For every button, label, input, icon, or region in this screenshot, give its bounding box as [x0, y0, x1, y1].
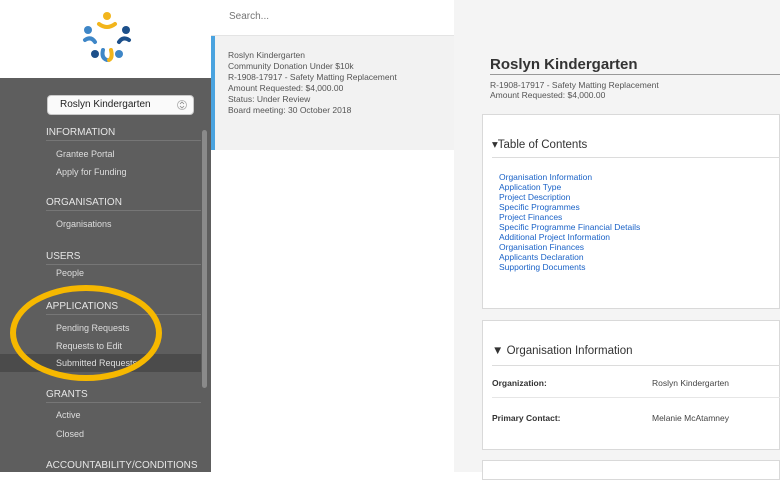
sidebar: Roslyn Kindergarten INFORMATION Grantee … [0, 0, 211, 472]
organisation-information-panel: ▼ Organisation Information Organization:… [482, 320, 780, 450]
toc-link-supporting-documents[interactable]: Supporting Documents [499, 262, 640, 272]
divider [46, 140, 201, 141]
section-users: USERS [46, 251, 81, 262]
org-info-heading[interactable]: ▼ Organisation Information [492, 345, 633, 357]
request-status: Status: Under Review [228, 94, 311, 104]
select-arrows-icon [177, 100, 187, 110]
nav-closed[interactable]: Closed [0, 429, 201, 439]
sidebar-scrollbar[interactable] [202, 130, 207, 388]
divider [492, 157, 780, 158]
toc-link-list: Organisation Information Application Typ… [499, 172, 640, 272]
request-detail-panel: Roslyn Kindergarten R-1908-17917 - Safet… [454, 0, 780, 480]
toc-link-additional-project-information[interactable]: Additional Project Information [499, 232, 640, 242]
nav-active[interactable]: Active [0, 410, 201, 420]
detail-ref: R-1908-17917 - Safety Matting Replacemen… [490, 80, 659, 90]
field-value-organization: Roslyn Kindergarten [652, 378, 730, 388]
divider [492, 397, 780, 398]
divider [490, 74, 780, 75]
section-information: INFORMATION [46, 127, 116, 138]
toc-link-applicants-declaration[interactable]: Applicants Declaration [499, 252, 640, 262]
request-list-panel: Roslyn Kindergarten Community Donation U… [211, 0, 455, 472]
toc-link-specific-programme-financial-details[interactable]: Specific Programme Financial Details [499, 222, 640, 232]
table-of-contents-panel: ▾Table of Contents Organisation Informat… [482, 114, 780, 309]
nav-grantee-portal[interactable]: Grantee Portal [0, 149, 201, 159]
toc-link-project-finances[interactable]: Project Finances [499, 212, 640, 222]
field-label-organization: Organization: [492, 378, 547, 388]
next-section-panel [482, 460, 780, 480]
nav-organisations[interactable]: Organisations [0, 219, 201, 229]
detail-amount: Amount Requested: $4,000.00 [490, 90, 606, 100]
toc-link-application-type[interactable]: Application Type [499, 182, 640, 192]
highlight-circle-annotation [10, 285, 162, 381]
page-title: Roslyn Kindergarten [490, 56, 638, 73]
request-meeting: Board meeting: 30 October 2018 [228, 105, 352, 115]
divider [492, 365, 780, 366]
divider [46, 402, 201, 403]
divider [46, 264, 201, 265]
field-label-primary-contact: Primary Contact: [492, 413, 561, 423]
section-grants: GRANTS [46, 389, 88, 400]
org-selector-value: Roslyn Kindergarten [60, 99, 151, 110]
toc-link-organisation-finances[interactable]: Organisation Finances [499, 242, 640, 252]
org-selector[interactable]: Roslyn Kindergarten [47, 95, 194, 115]
field-value-primary-contact: Melanie McAtamney [652, 413, 730, 423]
search-input[interactable] [227, 10, 431, 23]
request-list-item[interactable]: Roslyn Kindergarten Community Donation U… [211, 36, 454, 150]
request-org: Roslyn Kindergarten [228, 50, 306, 60]
request-ref: R-1908-17917 - Safety Matting Replacemen… [228, 72, 397, 82]
section-organisation: ORGANISATION [46, 197, 122, 208]
toc-link-specific-programmes[interactable]: Specific Programmes [499, 202, 640, 212]
logo-area [0, 0, 211, 78]
nav-people[interactable]: People [0, 268, 201, 278]
nav-apply-for-funding[interactable]: Apply for Funding [0, 167, 201, 177]
section-accountability-conditions: ACCOUNTABILITY/CONDITIONS [46, 460, 198, 471]
logo-icon [83, 12, 131, 62]
toc-heading[interactable]: ▾Table of Contents [492, 137, 587, 151]
request-amount: Amount Requested: $4,000.00 [228, 83, 344, 93]
toc-link-organisation-information[interactable]: Organisation Information [499, 172, 640, 182]
toc-link-project-description[interactable]: Project Description [499, 192, 640, 202]
request-program: Community Donation Under $10k [228, 61, 354, 71]
divider [46, 210, 201, 211]
